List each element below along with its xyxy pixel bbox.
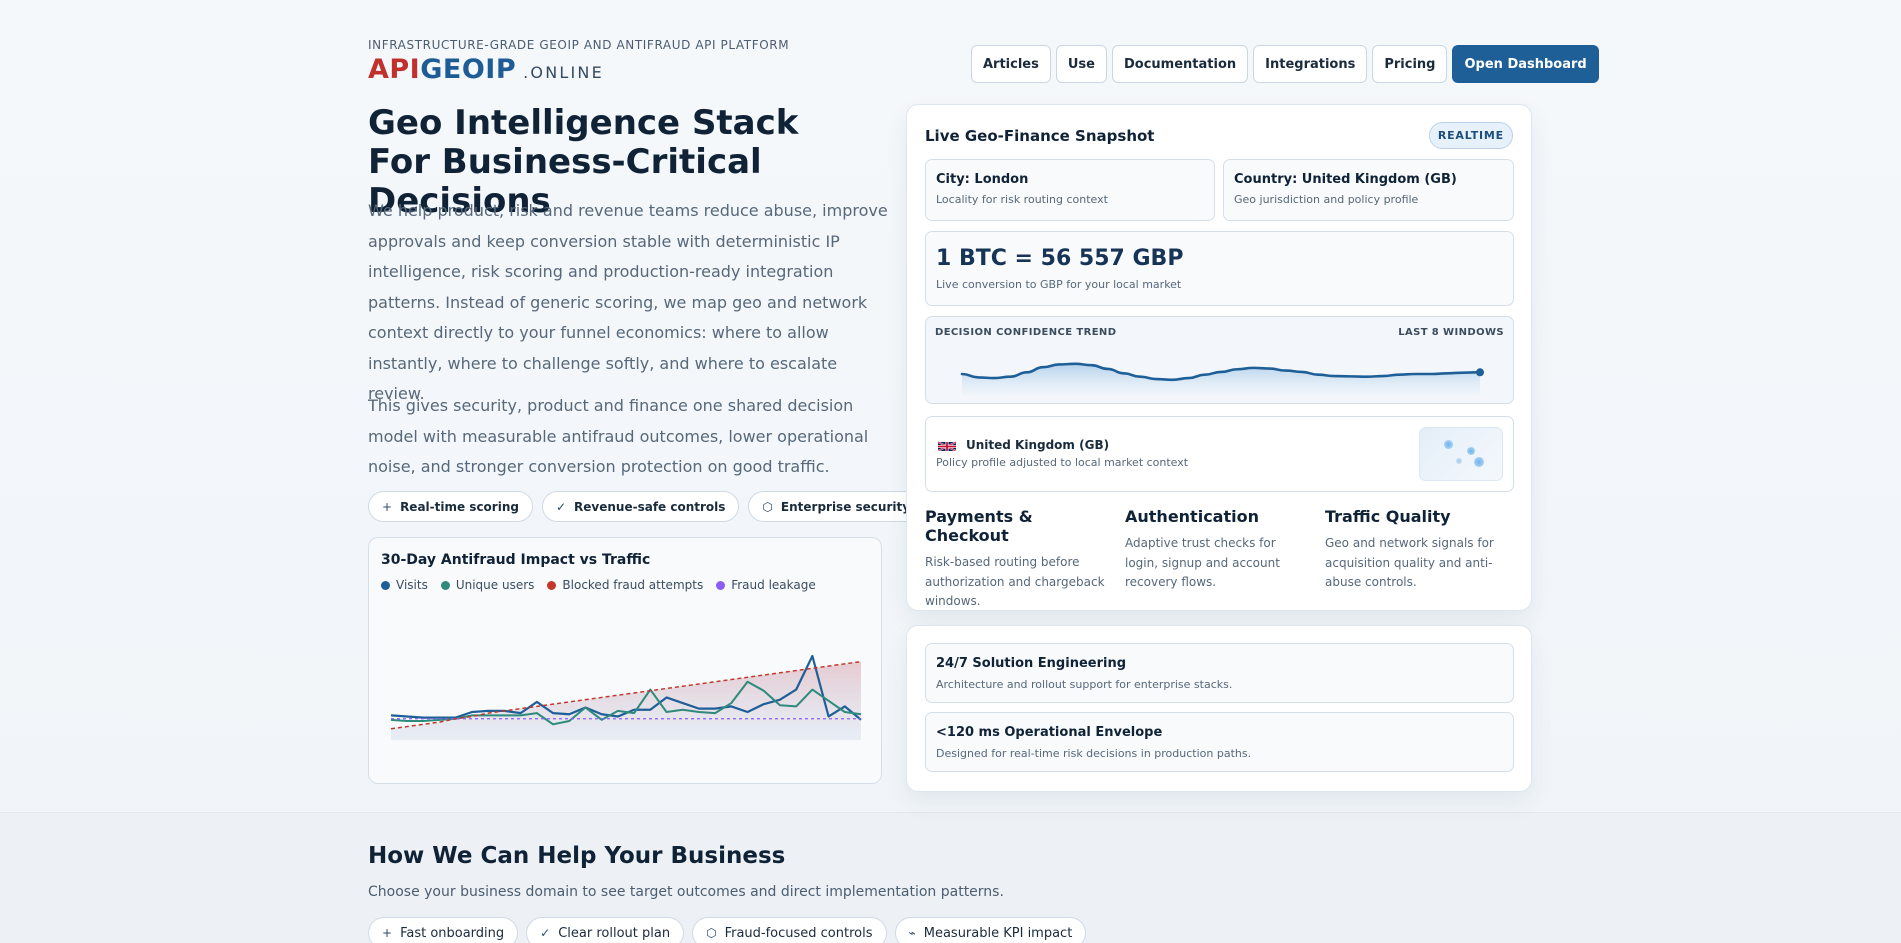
trend-latest-point	[1476, 368, 1484, 377]
region-name: United Kingdom (GB)	[966, 438, 1110, 452]
feature-title: Traffic Quality	[1325, 507, 1451, 526]
site-logo[interactable]: API GEOIP .ONLINE	[368, 54, 604, 86]
open-dashboard-button[interactable]: Open Dashboard	[1452, 45, 1599, 83]
chip-label: Measurable KPI impact	[923, 925, 1073, 941]
nav-use[interactable]: Use	[1055, 45, 1107, 83]
impact-chart-plot	[390, 654, 862, 740]
city-card: City: London Locality for risk routing c…	[925, 159, 1215, 221]
nav-integrations[interactable]: Integrations	[1253, 45, 1368, 83]
shield-icon: ⬡	[762, 499, 773, 514]
feature-text: Geo and network signals for acquisition …	[1325, 536, 1494, 589]
nav-pricing[interactable]: Pricing	[1372, 45, 1448, 83]
geo-finance-snapshot-panel: Live Geo-Finance Snapshot REALTIME City:…	[906, 104, 1532, 611]
platform-tagline: INFRASTRUCTURE-GRADE GEOIP AND ANTIFRAUD…	[368, 38, 790, 52]
btc-rate-subtitle: Live conversion to GBP for your local ma…	[936, 278, 1182, 291]
logo-part-geoip: GEOIP	[420, 54, 517, 85]
support-text: Designed for real-time risk decisions in…	[936, 747, 1252, 760]
hero-paragraph-1: We help product, risk and revenue teams …	[368, 201, 888, 403]
chip-label: Enterprise security	[780, 499, 911, 514]
help-section-title: How We Can Help Your Business	[368, 843, 786, 869]
chip-label: Fraud-focused controls	[724, 925, 873, 941]
chip-clear-rollout-plan[interactable]: ✓ Clear rollout plan	[526, 917, 685, 943]
feature-title: Authentication	[1125, 507, 1259, 526]
feature-authentication: Authentication Adaptive trust checks for…	[1125, 507, 1325, 612]
chip-label: Real-time scoring	[400, 499, 519, 514]
blocked-fraud-area	[391, 661, 861, 740]
hero-feature-chips: + Real-time scoring ✓ Revenue-safe contr…	[368, 491, 925, 522]
check-icon: ✓	[555, 499, 567, 514]
btc-rate-card: 1 BTC = 56 557 GBP Live conversion to GB…	[925, 231, 1514, 306]
feature-traffic-quality: Traffic Quality Geo and network signals …	[1325, 507, 1525, 612]
use-case-features: Payments & Checkout Risk-based routing b…	[925, 507, 1525, 612]
support-card-latency: <120 ms Operational Envelope Designed fo…	[925, 712, 1514, 772]
plus-icon: +	[382, 499, 393, 514]
chip-label: Fast onboarding	[400, 925, 505, 941]
chip-fraud-focused-controls[interactable]: ⬡ Fraud-focused controls	[692, 917, 887, 943]
logo-part-api: API	[368, 54, 421, 85]
nav-articles[interactable]: Articles	[971, 45, 1051, 83]
feature-title: Payments & Checkout	[925, 507, 1033, 545]
nav-documentation[interactable]: Documentation	[1111, 45, 1249, 83]
plus-icon: +	[382, 926, 393, 940]
city-subtitle: Locality for risk routing context	[936, 193, 1108, 206]
map-thumbnail	[1419, 427, 1503, 481]
main-nav: Articles Use Documentation Integrations …	[971, 45, 1599, 83]
uk-flag-icon	[938, 438, 956, 451]
support-title: <120 ms Operational Envelope	[936, 725, 1163, 740]
country-subtitle: Geo jurisdiction and policy profile	[1234, 193, 1419, 206]
realtime-badge: REALTIME	[1428, 122, 1513, 149]
chip-label: Revenue-safe controls	[574, 499, 726, 514]
chip-revenue-safe-controls[interactable]: ✓ Revenue-safe controls	[541, 491, 740, 522]
shield-icon: ⬡	[706, 926, 717, 940]
feature-payments: Payments & Checkout Risk-based routing b…	[925, 507, 1125, 612]
hero-paragraph-2: This gives security, product and finance…	[368, 396, 869, 476]
country-title: Country: United Kingdom (GB)	[1234, 172, 1457, 187]
antifraud-impact-chart-card: 30-Day Antifraud Impact vs Traffic Visit…	[368, 537, 882, 784]
chip-measurable-kpi-impact[interactable]: ⌁ Measurable KPI impact	[894, 917, 1087, 943]
trend-label: DECISION CONFIDENCE TREND	[935, 327, 1117, 338]
country-card: Country: United Kingdom (GB) Geo jurisdi…	[1223, 159, 1514, 221]
support-text: Architecture and rollout support for ent…	[936, 678, 1233, 691]
feature-text: Risk-based routing before authorization …	[925, 555, 1105, 608]
support-card-engineering: 24/7 Solution Engineering Architecture a…	[925, 643, 1514, 703]
help-chips: + Fast onboarding ✓ Clear rollout plan ⬡…	[368, 917, 1087, 943]
support-title: 24/7 Solution Engineering	[936, 656, 1127, 671]
chip-fast-onboarding[interactable]: + Fast onboarding	[368, 917, 519, 943]
btc-rate-value: 1 BTC = 56 557 GBP	[936, 246, 1184, 271]
chip-real-time-scoring[interactable]: + Real-time scoring	[368, 491, 533, 522]
trend-window: LAST 8 WINDOWS	[1398, 327, 1504, 338]
city-title: City: London	[936, 172, 1029, 187]
logo-part-online: .ONLINE	[523, 63, 604, 82]
snapshot-title: Live Geo-Finance Snapshot	[925, 127, 1155, 145]
feature-text: Adaptive trust checks for login, signup …	[1125, 536, 1280, 589]
region-card: United Kingdom (GB) Policy profile adjus…	[925, 416, 1514, 492]
chart-icon: ⌁	[908, 926, 916, 940]
chip-label: Clear rollout plan	[558, 925, 671, 941]
help-section-subtitle: Choose your business domain to see targe…	[368, 884, 1004, 900]
chip-enterprise-security[interactable]: ⬡ Enterprise security	[748, 491, 925, 522]
confidence-trend-card: DECISION CONFIDENCE TREND LAST 8 WINDOWS	[925, 316, 1514, 404]
support-panel: 24/7 Solution Engineering Architecture a…	[906, 625, 1532, 792]
check-icon: ✓	[540, 926, 551, 940]
region-subtitle: Policy profile adjusted to local market …	[936, 456, 1189, 469]
